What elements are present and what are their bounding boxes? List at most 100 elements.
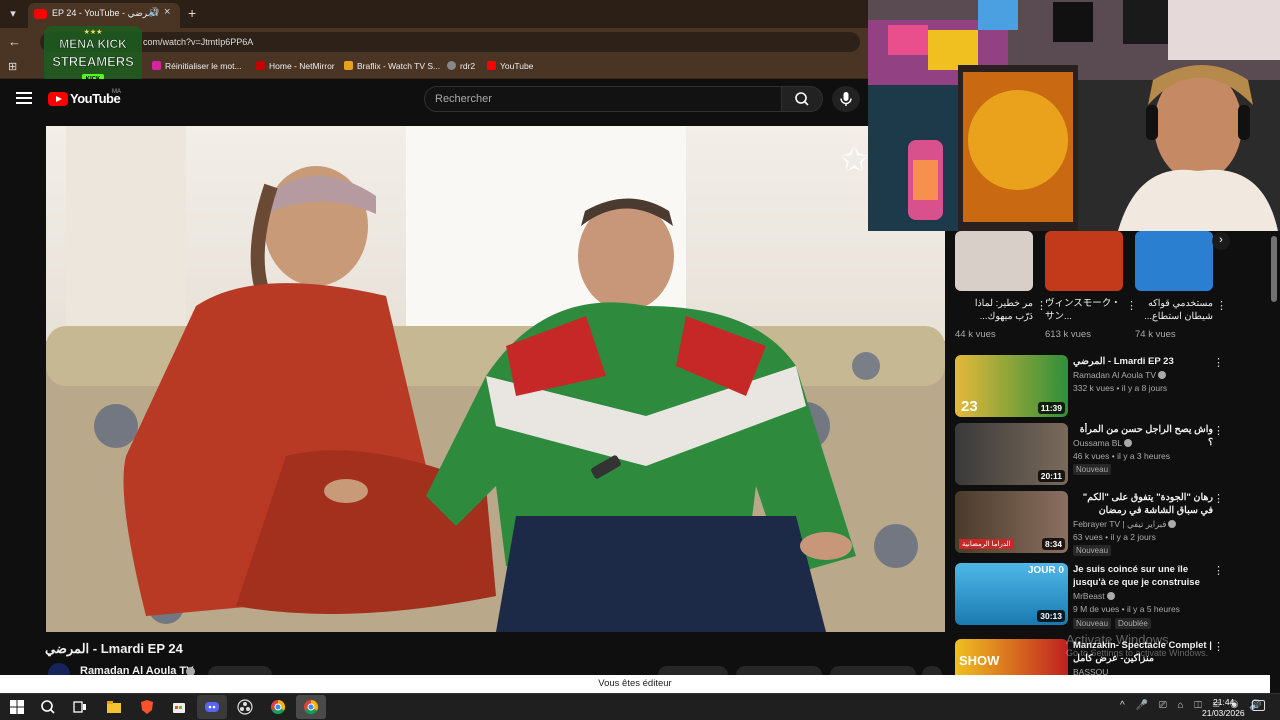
braflix-icon [344, 61, 353, 70]
recommended-video[interactable]: 23 11:39 المرضي - Lmardi EP 23 Ramadan A… [955, 355, 1265, 417]
more-options-icon[interactable]: ⋮ [1213, 424, 1224, 437]
verified-badge-icon [1124, 439, 1133, 447]
more-options-icon[interactable]: ⋮ [1213, 640, 1224, 653]
duration-badge: 30:13 [1037, 610, 1065, 622]
short-title: ヴィンスモーク・サン... [1045, 298, 1121, 322]
more-options-icon[interactable]: ⋮ [1216, 299, 1227, 312]
video-title: رهان "الجودة" يتفوق على "الكم" في سباق ا… [1082, 492, 1213, 516]
shorts-item[interactable]: ヴィンスモーク・サン... 613 k vues ⋮ [1045, 231, 1137, 340]
notification-icon[interactable] [1252, 700, 1265, 711]
bookmark-braflix[interactable]: Braflix - Watch TV S... [344, 61, 440, 71]
obs-icon[interactable] [236, 698, 254, 716]
bookmark-reset-password[interactable]: Réinitialiser le mot... [152, 61, 242, 71]
recommended-video[interactable]: 20:11 واش يصح الراجل حسن من المرأة ؟ Ous… [955, 423, 1265, 485]
globe-icon [447, 61, 456, 70]
search-icon[interactable] [39, 698, 57, 716]
store-icon[interactable] [170, 698, 188, 716]
channel-watermark-star-icon: ✩ [840, 141, 869, 179]
speaker-icon[interactable]: 🔊 [148, 7, 159, 18]
channel-name: MrBeast [1073, 591, 1115, 601]
voice-search-button[interactable] [832, 86, 860, 112]
verified-badge-icon [1158, 371, 1167, 379]
netmirror-icon [256, 61, 265, 70]
file-explorer-icon[interactable] [105, 698, 123, 716]
chrome-active-icon[interactable] [302, 698, 320, 716]
short-thumbnail [1135, 231, 1213, 291]
windows-start-icon[interactable] [8, 698, 26, 716]
short-title: مر خطير: لماذا دَرّب ميهوك... [974, 298, 1033, 322]
new-tab-icon[interactable]: + [188, 5, 196, 21]
task-view-icon[interactable] [71, 698, 89, 716]
scrollbar-thumb[interactable] [1271, 236, 1277, 302]
channel-name: Oussama BL [1073, 438, 1133, 448]
video-thumbnail: 23 11:39 [955, 355, 1068, 417]
video-title: المرضي - Lmardi EP 23 [1073, 356, 1174, 367]
new-badge: Nouveau [1073, 618, 1112, 629]
short-views: 44 k vues [955, 329, 996, 340]
search-icon [795, 92, 809, 106]
youtube-favicon-icon [34, 9, 47, 19]
youtube-logo-icon[interactable] [48, 92, 68, 106]
windows-taskbar [0, 693, 1280, 720]
tab-search-icon[interactable]: ▾ [4, 5, 22, 23]
svg-text:★★★: ★★★ [84, 28, 103, 36]
search-button[interactable] [781, 86, 823, 112]
short-thumbnail [1045, 231, 1123, 291]
discord-icon[interactable] [203, 698, 221, 716]
video-frame-scene [46, 126, 945, 632]
activate-windows-title: Activate Windows [1066, 632, 1169, 647]
country-code: MA [112, 89, 121, 95]
bookmark-netmirror[interactable]: Home - NetMirror [256, 61, 335, 71]
dubbed-badge: Doublée [1115, 618, 1151, 629]
video-meta: 332 k vues • il y a 8 jours [1073, 383, 1168, 393]
video-title: المرضي - Lmardi EP 24 [45, 641, 183, 656]
video-player[interactable] [46, 126, 945, 632]
channel-name: Ramadan Al Aoula TV [1073, 370, 1167, 380]
verified-badge-icon [1106, 592, 1115, 600]
webcam-scene [868, 0, 1280, 231]
apps-grid-icon[interactable]: ⊞ [8, 60, 17, 73]
new-badge: Nouveau [1073, 545, 1112, 556]
brave-browser-icon[interactable] [138, 698, 156, 716]
microphone-icon [840, 92, 852, 106]
more-options-icon[interactable]: ⋮ [1213, 492, 1224, 505]
video-thumbnail: JOUR 0 30:13 [955, 563, 1068, 625]
new-badge: Nouveau [1073, 464, 1112, 475]
more-options-icon[interactable]: ⋮ [1213, 564, 1224, 577]
video-meta: 63 vues • il y a 2 jours [1073, 532, 1156, 542]
short-title: مستخدمي قواكه شيطان استطاع... [1144, 298, 1213, 322]
verified-badge-icon [1168, 520, 1177, 528]
bookmark-youtube[interactable]: YouTube [487, 61, 533, 71]
chrome-icon[interactable] [269, 698, 287, 716]
recommended-video[interactable]: JOUR 0 30:13 Je suis coincé sur une île … [955, 563, 1265, 629]
back-arrow-icon[interactable]: ← [8, 34, 21, 49]
mena-kick-streamers-logo: ★★★ MENA KICK STREAMERS KICK [44, 26, 142, 84]
shorts-item[interactable]: مر خطير: لماذا دَرّب ميهوك... 44 k vues … [955, 231, 1047, 340]
hamburger-menu-icon[interactable] [16, 92, 32, 104]
editor-notice-bar: Vous êtes éditeur [0, 675, 1270, 693]
short-views: 74 k vues [1135, 329, 1176, 340]
clock-time[interactable]: 21:44 [1213, 697, 1234, 707]
video-thumbnail: 20:11 [955, 423, 1068, 485]
chevron-right-icon[interactable]: › [1212, 232, 1230, 250]
video-meta: 46 k vues • il y a 3 heures [1073, 451, 1170, 461]
recommended-video[interactable]: الدراما الرمضانية 8:34 رهان "الجودة" يتف… [955, 491, 1265, 556]
video-meta: 9 M de vues • il y a 5 heures [1073, 604, 1180, 614]
activate-windows-subtitle: Go to Settings to activate Windows. [1066, 648, 1209, 658]
duration-badge: 8:34 [1041, 538, 1065, 550]
webcam-overlay [868, 0, 1280, 231]
clock-date[interactable]: 21/03/2026 [1202, 708, 1245, 718]
svg-text:MENA KICK: MENA KICK [59, 37, 127, 51]
channel-name: BASSOU [1073, 667, 1109, 675]
instagram-icon [152, 61, 161, 70]
shorts-item[interactable]: مستخدمي قواكه شيطان استطاع... 74 k vues … [1135, 231, 1227, 340]
short-views: 613 k vues [1045, 329, 1091, 340]
short-thumbnail [955, 231, 1033, 291]
search-input[interactable] [424, 86, 782, 112]
tab-title: EP 24 - YouTube - المرضي [52, 8, 159, 18]
bookmark-rdr2[interactable]: rdr2 [447, 61, 475, 71]
close-tab-icon[interactable]: × [164, 6, 170, 18]
duration-badge: 20:11 [1037, 470, 1065, 482]
more-options-icon[interactable]: ⋮ [1213, 356, 1224, 369]
channel-name: Febrayer TV | فبراير تيفي [1073, 519, 1177, 530]
